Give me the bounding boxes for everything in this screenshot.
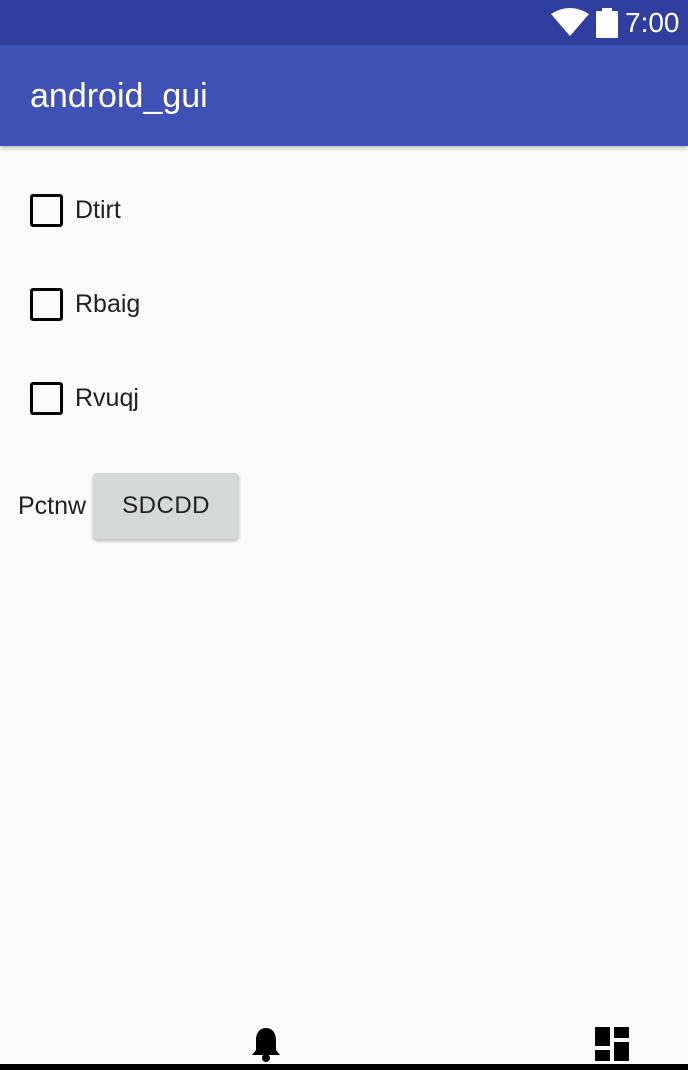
navigation-bar-edge (0, 1064, 688, 1070)
checkbox-box[interactable] (30, 287, 63, 321)
dashboard-icon[interactable] (595, 1027, 629, 1061)
status-time: 7:00 (625, 7, 680, 38)
checkbox-rvuqj[interactable]: Rvuqj (30, 378, 139, 418)
checkbox-label: Rvuqj (75, 383, 139, 412)
checkbox-label: Dtirt (75, 195, 121, 224)
app-bar: android_gui (0, 45, 688, 146)
status-bar: 7:00 (0, 0, 688, 45)
checkbox-box[interactable] (30, 381, 63, 415)
sdcdd-button[interactable]: SDCDD (93, 473, 240, 539)
checkbox-rbaig[interactable]: Rbaig (30, 284, 140, 324)
checkbox-box[interactable] (30, 193, 63, 227)
pctnw-label: Pctnw (18, 491, 87, 520)
app-title: android_gui (30, 77, 208, 115)
bell-icon[interactable] (250, 1026, 282, 1062)
action-row: Pctnw SDCDD (18, 472, 240, 540)
wifi-icon (551, 8, 589, 36)
checkbox-label: Rbaig (75, 289, 141, 318)
checkbox-dtirt[interactable]: Dtirt (30, 190, 121, 230)
battery-icon (596, 8, 618, 38)
